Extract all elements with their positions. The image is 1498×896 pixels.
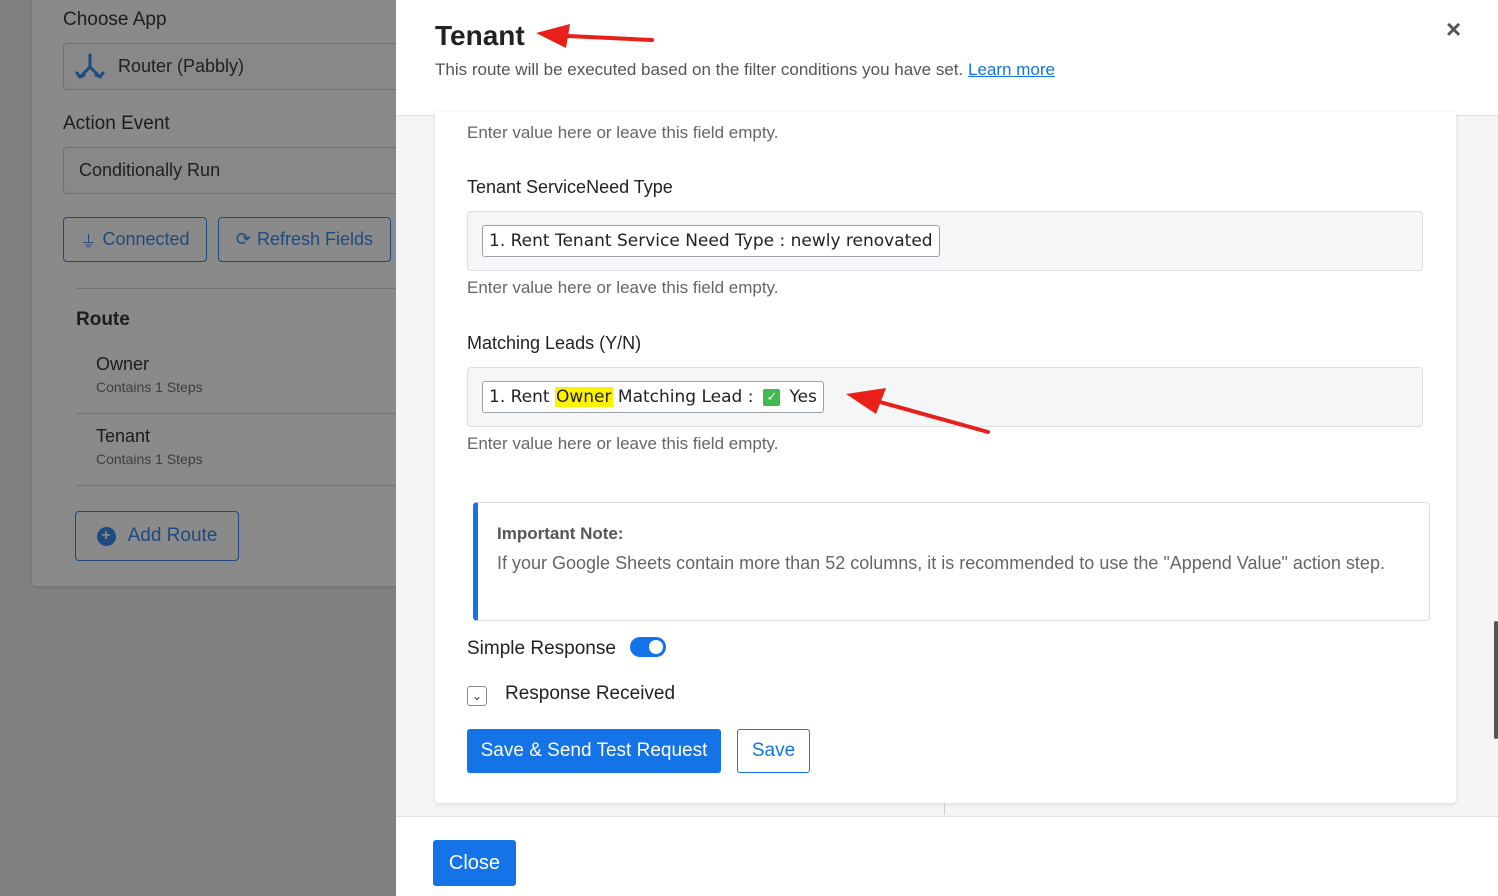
check-mark-icon: ✓	[763, 388, 781, 406]
divider	[944, 803, 945, 815]
chip-prefix: 1. Rent	[489, 387, 555, 407]
add-route-button[interactable]: + Add Route	[75, 511, 239, 561]
refresh-icon: ⟳	[235, 229, 252, 249]
field-hint: Enter value here or leave this field emp…	[467, 434, 779, 453]
learn-more-link[interactable]: Learn more	[968, 60, 1055, 79]
divider	[76, 288, 406, 289]
action-event-label: Action Event	[63, 113, 170, 134]
route-name: Tenant	[96, 426, 151, 446]
toggle-knob	[649, 640, 663, 654]
close-button[interactable]: Close	[433, 840, 516, 886]
save-send-test-request-button[interactable]: Save & Send Test Request	[467, 729, 721, 773]
modal-footer: Close	[396, 816, 1498, 896]
chevron-down-icon[interactable]: ⌄	[467, 686, 487, 706]
mapped-variable-chip[interactable]: 1. Rent Tenant Service Need Type : newly…	[482, 225, 940, 257]
route-heading: Route	[76, 309, 130, 330]
app-name: Router (Pabbly)	[118, 56, 245, 76]
field-label-tenant-service-need: Tenant ServiceNeed Type	[467, 177, 673, 197]
note-title: Important Note:	[497, 524, 624, 543]
search-highlight: Owner	[554, 387, 613, 407]
simple-response-toggle[interactable]	[630, 637, 666, 657]
field-label-matching-leads: Matching Leads (Y/N)	[467, 333, 642, 353]
chip-text: 1. Rent Tenant Service Need Type : newly…	[489, 231, 933, 251]
chip-suffix: Yes	[789, 387, 817, 407]
plus-circle-icon: +	[96, 526, 116, 546]
action-event-value: Conditionally Run	[79, 160, 221, 180]
plug-icon: ⏚	[80, 233, 97, 251]
connected-label: Connected	[102, 229, 190, 249]
route-modal: Tenant This route will be executed based…	[396, 0, 1498, 896]
modal-subtitle: This route will be executed based on the…	[435, 60, 1055, 80]
app-select[interactable]: Router (Pabbly)	[63, 43, 408, 90]
save-button[interactable]: Save	[737, 729, 810, 773]
note-text: If your Google Sheets contain more than …	[497, 553, 1385, 573]
important-note: Important Note: If your Google Sheets co…	[473, 502, 1430, 621]
close-icon[interactable]: ×	[1446, 14, 1461, 45]
simple-response-label: Simple Response	[467, 638, 616, 659]
refresh-label: Refresh Fields	[257, 229, 374, 249]
action-event-select[interactable]: Conditionally Run	[63, 147, 408, 194]
connected-button[interactable]: ⏚ Connected	[63, 217, 207, 262]
modal-title: Tenant	[435, 20, 525, 51]
add-route-label: Add Route	[127, 525, 218, 546]
response-received-label[interactable]: Response Received	[505, 683, 675, 705]
modal-body: Enter value here or leave this field emp…	[396, 112, 1498, 816]
divider	[76, 485, 406, 486]
refresh-fields-button[interactable]: ⟳ Refresh Fields	[218, 217, 391, 262]
annotation-arrow-icon	[846, 388, 990, 434]
mapped-variable-chip[interactable]: 1. Rent Owner Matching Lead : ✓ Yes	[482, 381, 824, 413]
route-steps: Contains 1 Steps	[96, 379, 203, 395]
form-card: Enter value here or leave this field emp…	[435, 112, 1456, 803]
scrollbar-thumb[interactable]	[1494, 621, 1498, 739]
choose-app-label: Choose App	[63, 9, 167, 30]
router-icon	[74, 51, 106, 83]
route-name: Owner	[96, 354, 150, 374]
route-steps: Contains 1 Steps	[96, 451, 203, 467]
divider	[76, 413, 406, 414]
subtitle-text: This route will be executed based on the…	[435, 60, 964, 79]
annotation-arrow-icon	[536, 24, 654, 48]
field-hint: Enter value here or leave this field emp…	[467, 123, 779, 142]
field-hint: Enter value here or leave this field emp…	[467, 278, 779, 297]
chip-middle: Matching Lead :	[612, 387, 754, 407]
modal-header: Tenant This route will be executed based…	[396, 0, 1498, 116]
route-item-tenant[interactable]: Tenant Contains 1 Steps	[96, 426, 426, 467]
route-item-owner[interactable]: Owner Contains 1 Steps	[96, 354, 426, 395]
tenant-service-need-field[interactable]: 1. Rent Tenant Service Need Type : newly…	[467, 211, 1423, 271]
